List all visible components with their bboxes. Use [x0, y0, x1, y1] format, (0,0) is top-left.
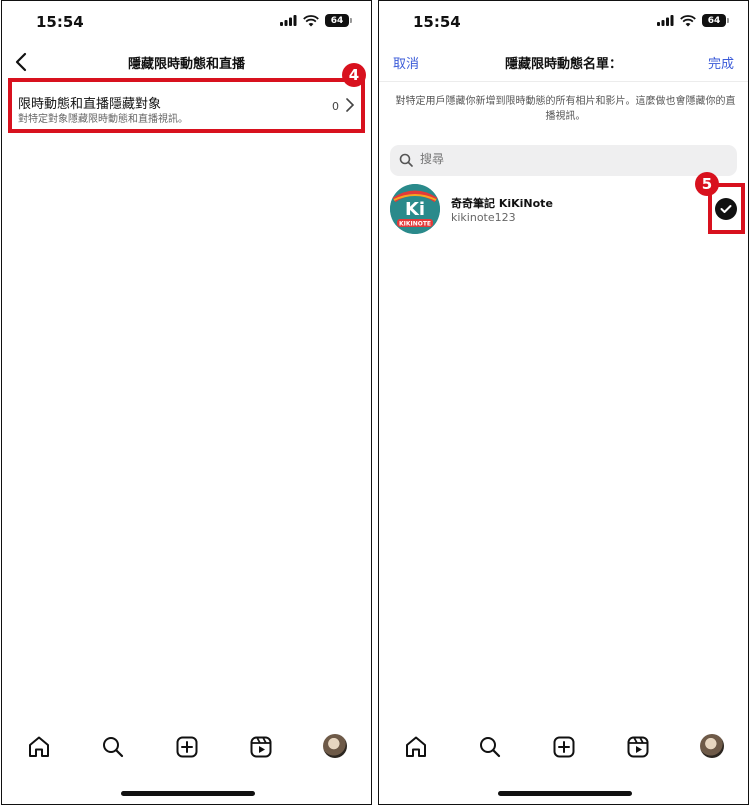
search-field[interactable]: [390, 145, 737, 176]
signal-icon: [280, 15, 297, 26]
signal-icon: [657, 15, 674, 26]
page-title: 隱藏限時動態和直播: [127, 57, 245, 72]
home-icon[interactable]: [26, 734, 52, 760]
hide-story-from-row[interactable]: 限時動態和直播隱藏對象 對特定對象隱藏限時動態和直播視訊。 0: [8, 78, 365, 133]
avatar-banner: KIKINOTE: [399, 221, 431, 228]
left-screen: 15:54 64 隱藏限時動態和直播 限時動態和直播隱藏對象 對特定對象隱藏限時…: [1, 0, 372, 805]
search-icon[interactable]: [100, 734, 126, 760]
right-screen: 15:54 64 取消 隱藏限時動態名單： 完成 對特定用戶隱藏你新增到限時動態…: [378, 0, 749, 805]
checkmark-icon[interactable]: [715, 198, 737, 220]
user-avatar: Ki KIKINOTE: [390, 184, 440, 234]
home-indicator: [121, 791, 255, 796]
wifi-icon: [680, 14, 696, 26]
battery-icon: 64: [325, 14, 352, 27]
create-icon[interactable]: [551, 734, 577, 760]
profile-avatar[interactable]: [700, 734, 724, 758]
step-badge: 4: [342, 63, 366, 87]
nav-bar: 隱藏限時動態和直播: [2, 45, 371, 79]
status-bar: 15:54 64: [2, 1, 371, 41]
divider: [379, 81, 748, 82]
row-subtitle: 對特定對象隱藏限時動態和直播視訊。: [18, 114, 188, 125]
home-indicator: [498, 791, 632, 796]
done-button[interactable]: 完成: [708, 53, 734, 72]
row-count: 0: [332, 100, 339, 113]
user-handle: kikinote123: [451, 211, 516, 224]
search-icon: [399, 153, 413, 167]
page-title: 隱藏限時動態名單：: [504, 57, 622, 72]
nav-bar: 取消 隱藏限時動態名單： 完成: [379, 45, 748, 79]
kikinote-logo: Ki KIKINOTE: [390, 184, 440, 234]
status-icons: 64: [280, 14, 352, 27]
profile-avatar[interactable]: [323, 734, 347, 758]
status-time: 15:54: [36, 13, 84, 31]
reels-icon[interactable]: [248, 734, 274, 760]
reels-icon[interactable]: [625, 734, 651, 760]
search-input[interactable]: [418, 151, 672, 167]
chevron-right-icon: [346, 98, 355, 112]
home-icon[interactable]: [403, 734, 429, 760]
search-icon[interactable]: [477, 734, 503, 760]
user-name: 奇奇筆記 KiKiNote: [451, 197, 553, 210]
status-time: 15:54: [413, 13, 461, 31]
create-icon[interactable]: [174, 734, 200, 760]
description-text: 對特定用戶隱藏你新增到限時動態的所有相片和影片。這麼做也會隱藏你的直播視訊。: [395, 96, 736, 122]
user-list-item[interactable]: Ki KIKINOTE 奇奇筆記 KiKiNote kikinote123: [379, 181, 748, 241]
step-badge: 5: [695, 172, 719, 196]
battery-icon: 64: [702, 14, 729, 27]
status-icons: 64: [657, 14, 729, 27]
avatar-initials: Ki: [405, 199, 425, 220]
wifi-icon: [303, 14, 319, 26]
status-bar: 15:54 64: [379, 1, 748, 41]
